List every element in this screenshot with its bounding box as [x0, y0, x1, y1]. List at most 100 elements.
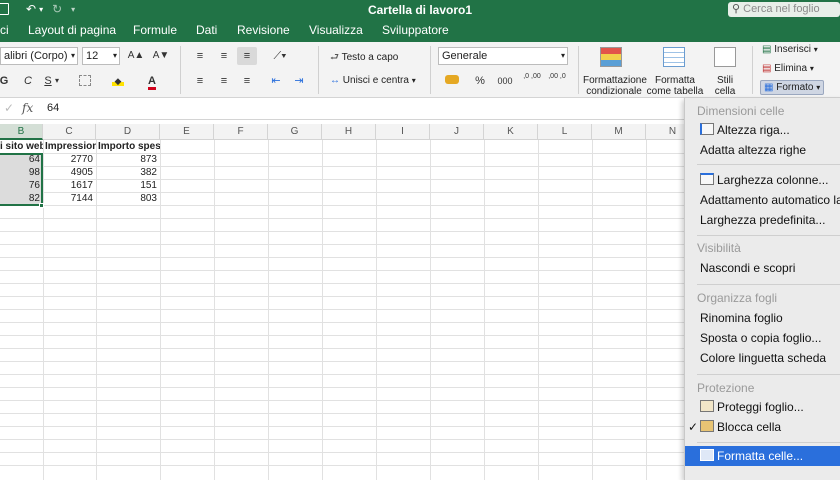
- tab-formulas[interactable]: Formule: [133, 23, 177, 37]
- menu-item-format-cells[interactable]: Formatta celle...: [685, 446, 840, 466]
- format-dropdown-menu: Dimensioni celle Altezza riga... Adatta …: [684, 98, 840, 480]
- menu-item-row-height[interactable]: Altezza riga...: [685, 120, 840, 140]
- font-name-value: alibri (Corpo): [4, 50, 68, 62]
- column-header-c[interactable]: C: [43, 124, 96, 140]
- font-size-select[interactable]: 12 ▾: [82, 47, 120, 65]
- menu-item-default-width[interactable]: Larghezza predefinita...: [685, 210, 840, 230]
- tab-review[interactable]: Revisione: [237, 23, 290, 37]
- format-button[interactable]: ▦ Formato ▾: [760, 80, 825, 95]
- table-cell[interactable]: 64: [0, 153, 43, 166]
- underline-dropdown-icon[interactable]: ▾: [52, 72, 62, 90]
- table-cell[interactable]: 382: [96, 166, 160, 179]
- menu-item-rename-sheet[interactable]: Rinomina foglio: [685, 308, 840, 328]
- column-header-l[interactable]: L: [538, 124, 592, 140]
- fill-color-button[interactable]: ◆: [108, 72, 128, 90]
- format-as-table-button[interactable]: Formatta come tabella: [646, 75, 704, 97]
- cancel-icon[interactable]: ✓: [4, 101, 14, 115]
- menu-item-label: Altezza riga...: [717, 123, 790, 137]
- tab-view[interactable]: Visualizza: [309, 23, 363, 37]
- number-format-select[interactable]: Generale ▾: [438, 47, 568, 65]
- merge-center-label: Unisci e centra: [342, 75, 409, 86]
- align-left-button[interactable]: ≡: [190, 72, 210, 90]
- conditional-formatting-icon[interactable]: [600, 47, 622, 67]
- increase-decimal-button[interactable]: ,0 ,00: [522, 72, 542, 90]
- wrap-text-button[interactable]: ⮐ Testo a capo: [330, 50, 398, 67]
- menu-item-autofit-rows[interactable]: Adatta altezza righe: [685, 140, 840, 160]
- table-header-cell[interactable]: Importo speso: [97, 140, 160, 153]
- grow-font-button[interactable]: A▲: [125, 47, 147, 65]
- increase-indent-button[interactable]: ⇥: [289, 72, 309, 90]
- column-header-g[interactable]: G: [268, 124, 322, 140]
- menu-item-tab-color[interactable]: Colore linguetta scheda: [685, 348, 840, 368]
- borders-icon: [79, 75, 91, 86]
- menu-item-protect-sheet[interactable]: Proteggi foglio...: [685, 397, 840, 417]
- insert-button[interactable]: ▤ Inserisci ▾: [762, 44, 818, 55]
- align-bottom-button[interactable]: ≡: [237, 47, 257, 65]
- ribbon: alibri (Corpo) ▾ 12 ▾ A▲ A▼ G C S ▾ ◆ A …: [0, 42, 840, 98]
- decrease-decimal-button[interactable]: ,00 ,0: [547, 72, 567, 90]
- column-header-k[interactable]: K: [484, 124, 538, 140]
- menu-item-label: Larghezza colonne...: [717, 173, 829, 187]
- number-format-value: Generale: [442, 50, 488, 62]
- decrease-indent-button[interactable]: ⇤: [266, 72, 286, 90]
- accounting-format-button[interactable]: [440, 72, 464, 90]
- font-name-select[interactable]: alibri (Corpo) ▾: [0, 47, 78, 65]
- table-header-cell[interactable]: i sito web: [0, 140, 43, 153]
- table-cell[interactable]: 98: [0, 166, 43, 179]
- delete-button[interactable]: ▤ Elimina ▾: [762, 63, 814, 74]
- font-color-button[interactable]: A: [142, 72, 162, 90]
- thousands-button[interactable]: 000: [494, 72, 516, 90]
- format-cells-icon: [700, 449, 714, 461]
- table-cell[interactable]: 82: [0, 192, 43, 205]
- formula-input[interactable]: 64: [47, 102, 59, 114]
- italic-button[interactable]: C: [18, 72, 38, 90]
- percent-button[interactable]: %: [470, 72, 490, 90]
- table-cell[interactable]: 151: [96, 179, 160, 192]
- menu-item-hide-unhide[interactable]: Nascondi e scopri: [685, 258, 840, 278]
- align-top-button[interactable]: ≡: [190, 47, 210, 65]
- menu-item-autofit-columns[interactable]: Adattamento automatico la: [685, 190, 840, 210]
- menu-item-lock-cell[interactable]: ✓ Blocca cella: [685, 417, 840, 437]
- tab-page-layout[interactable]: Layout di pagina: [28, 23, 116, 37]
- column-header-e[interactable]: E: [160, 124, 214, 140]
- function-icon[interactable]: fx: [22, 101, 33, 115]
- ribbon-divider: [752, 46, 753, 94]
- column-header-h[interactable]: H: [322, 124, 376, 140]
- menu-item-move-copy[interactable]: Sposta o copia foglio...: [685, 328, 840, 348]
- column-header-i[interactable]: I: [376, 124, 430, 140]
- table-cell[interactable]: 7144: [43, 192, 96, 205]
- align-center-button[interactable]: ≡: [214, 72, 234, 90]
- column-header-f[interactable]: F: [214, 124, 268, 140]
- fill-handle[interactable]: [39, 203, 44, 208]
- column-gridline: [484, 140, 485, 480]
- align-right-button[interactable]: ≡: [237, 72, 257, 90]
- shrink-font-button[interactable]: A▼: [150, 47, 172, 65]
- format-as-table-icon[interactable]: [663, 47, 685, 67]
- table-cell[interactable]: 2770: [43, 153, 96, 166]
- table-cell[interactable]: 873: [96, 153, 160, 166]
- ribbon-tabs: ci Layout di pagina Formule Dati Revisio…: [0, 20, 840, 42]
- table-header-cell[interactable]: Impressioni: [44, 140, 96, 153]
- merge-center-button[interactable]: ↔ Unisci e centra ▾: [330, 75, 416, 86]
- table-cell[interactable]: 1617: [43, 179, 96, 192]
- column-header-b[interactable]: B: [0, 124, 43, 140]
- tab-developer[interactable]: Sviluppatore: [382, 23, 449, 37]
- delete-icon: ▤: [762, 63, 772, 74]
- column-header-d[interactable]: D: [96, 124, 160, 140]
- table-cell[interactable]: 4905: [43, 166, 96, 179]
- table-cell[interactable]: 803: [96, 192, 160, 205]
- cell-styles-button[interactable]: Stili cella: [708, 75, 742, 97]
- tab-data[interactable]: Dati: [196, 23, 217, 37]
- column-header-j[interactable]: J: [430, 124, 484, 140]
- search-input[interactable]: ⚲ Cerca nel foglio: [728, 2, 840, 17]
- conditional-formatting-button[interactable]: Formattazione condizionale: [583, 75, 647, 97]
- borders-button[interactable]: [75, 72, 95, 90]
- menu-item-column-width[interactable]: Larghezza colonne...: [685, 170, 840, 190]
- align-middle-button[interactable]: ≡: [214, 47, 234, 65]
- tab-home[interactable]: ci: [0, 23, 9, 37]
- cell-styles-icon[interactable]: [714, 47, 736, 67]
- table-cell[interactable]: 76: [0, 179, 43, 192]
- bold-button[interactable]: G: [0, 72, 14, 90]
- column-header-m[interactable]: M: [592, 124, 646, 140]
- orientation-button[interactable]: ⟋▾: [266, 47, 294, 65]
